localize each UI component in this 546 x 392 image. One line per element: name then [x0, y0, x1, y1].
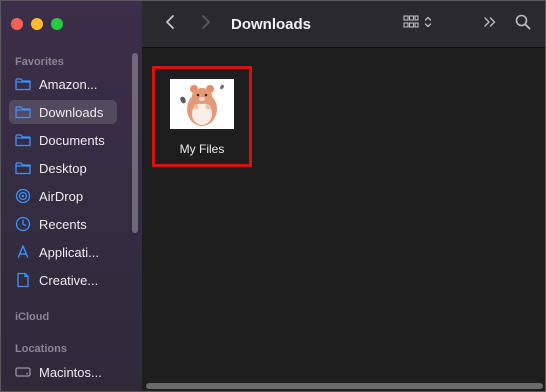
chevron-left-icon	[165, 14, 175, 35]
sidebar-item-documents[interactable]: Documents	[9, 128, 117, 152]
back-button[interactable]	[160, 14, 180, 34]
zoom-window-button[interactable]	[51, 18, 63, 30]
sidebar-item-label: Recents	[39, 216, 87, 232]
sidebar-item-amazon[interactable]: Amazon...	[9, 72, 117, 96]
section-locations: Locations	[15, 343, 67, 355]
section-icloud: iCloud	[15, 311, 50, 323]
sidebar-item-label: AirDrop	[39, 188, 84, 204]
view-options-button[interactable]	[398, 14, 436, 34]
toolbar: Downloads	[142, 1, 545, 48]
sidebar-item-label: Desktop	[39, 160, 87, 176]
double-chevron-icon	[483, 15, 497, 33]
horizontal-scrollbar[interactable]	[146, 383, 543, 389]
folder-icon	[15, 160, 31, 176]
search-icon	[515, 14, 531, 35]
updown-chevron-icon	[424, 15, 432, 34]
more-toolbar-button[interactable]	[480, 14, 500, 34]
search-button[interactable]	[513, 14, 533, 34]
window-controls	[11, 18, 63, 30]
forward-button[interactable]	[196, 14, 216, 34]
sidebar-item-downloads[interactable]: Downloads	[9, 100, 117, 124]
sidebar-item-recents[interactable]: Recents	[9, 212, 117, 236]
folder-icon	[15, 76, 31, 92]
document-icon	[15, 272, 31, 288]
sidebar-item-applications[interactable]: Applicati...	[9, 240, 117, 264]
window-title: Downloads	[231, 16, 312, 33]
grid-view-icon	[402, 14, 419, 34]
disk-icon	[15, 364, 31, 380]
sidebar: Favorites Amazon... Downloads Documents …	[1, 1, 143, 391]
file-name-label: My Files	[179, 142, 225, 156]
file-item-my-files[interactable]: My Files	[152, 66, 252, 167]
sidebar-item-label: Downloads	[39, 104, 104, 120]
minimize-window-button[interactable]	[31, 18, 43, 30]
sidebar-item-desktop[interactable]: Desktop	[9, 156, 117, 180]
sidebar-item-macintosh[interactable]: Macintos...	[9, 360, 117, 384]
sidebar-scrollbar[interactable]	[132, 53, 138, 233]
sidebar-item-label: Creative...	[39, 272, 99, 288]
airdrop-icon	[15, 188, 31, 204]
applications-icon	[15, 244, 31, 260]
clock-icon	[15, 216, 31, 232]
sidebar-item-label: Documents	[39, 132, 105, 148]
sidebar-item-label: Applicati...	[39, 244, 99, 260]
folder-icon	[15, 104, 31, 120]
close-window-button[interactable]	[11, 18, 23, 30]
sidebar-item-airdrop[interactable]: AirDrop	[9, 184, 117, 208]
file-thumbnail	[170, 79, 234, 129]
sidebar-item-label: Amazon...	[39, 76, 98, 92]
hamster-image	[180, 84, 224, 126]
chevron-right-icon	[201, 14, 211, 35]
sidebar-item-label: Macintos...	[39, 364, 102, 380]
file-browser-content: My Files	[142, 48, 545, 391]
finder-window: Favorites Amazon... Downloads Documents …	[0, 0, 546, 392]
section-favorites: Favorites	[15, 56, 64, 68]
sidebar-item-creative[interactable]: Creative...	[9, 268, 117, 292]
folder-icon	[15, 132, 31, 148]
